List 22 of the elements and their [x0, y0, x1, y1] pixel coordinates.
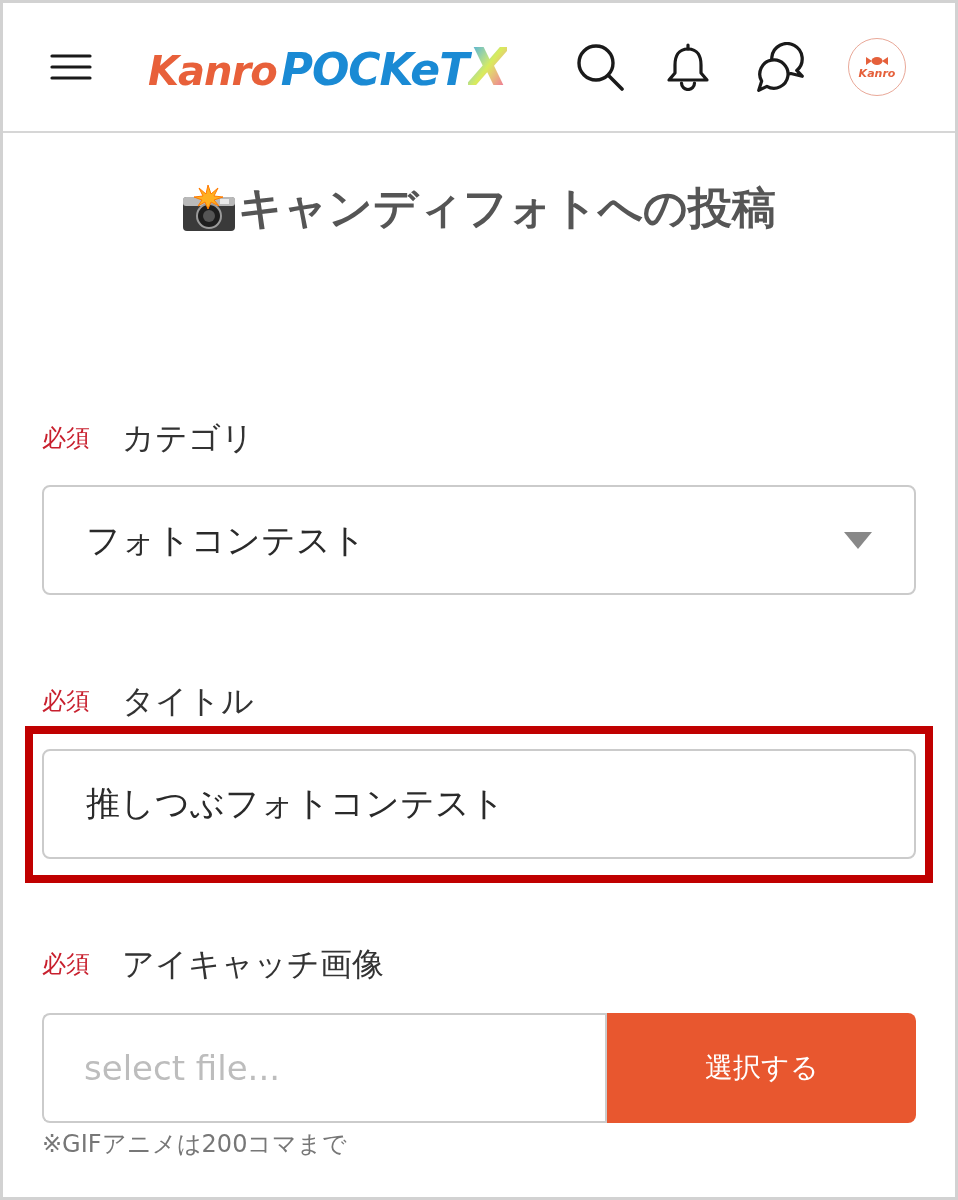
field-label: カテゴリ — [122, 418, 254, 459]
title-input[interactable]: 推しつぶフォトコンテスト — [42, 749, 916, 859]
search-icon[interactable] — [576, 43, 624, 91]
page-title: キャンディフォトへの投稿 — [238, 181, 776, 235]
caret-down-icon — [844, 531, 872, 549]
chat-bubbles-icon[interactable] — [756, 42, 806, 92]
category-select[interactable]: フォトコンテスト — [42, 485, 916, 595]
field-label: アイキャッチ画像 — [122, 944, 384, 985]
bell-icon[interactable] — [666, 43, 710, 91]
required-tag: 必須 — [42, 683, 90, 719]
file-note: ※GIFアニメは200コマまで — [42, 1129, 349, 1160]
profile-avatar[interactable]: Kanro — [848, 38, 906, 96]
camera-flash-icon — [182, 184, 236, 232]
menu-icon[interactable] — [50, 54, 92, 80]
avatar-label: Kanro — [858, 67, 896, 79]
select-file-button[interactable]: 選択する — [605, 1013, 916, 1123]
required-tag: 必須 — [42, 946, 90, 982]
field-label: タイトル — [122, 681, 254, 722]
file-path-field[interactable]: select file... — [42, 1013, 605, 1123]
candy-icon — [866, 55, 888, 66]
logo[interactable]: KanroPOCKeTX — [148, 41, 508, 93]
required-tag: 必須 — [42, 420, 90, 456]
